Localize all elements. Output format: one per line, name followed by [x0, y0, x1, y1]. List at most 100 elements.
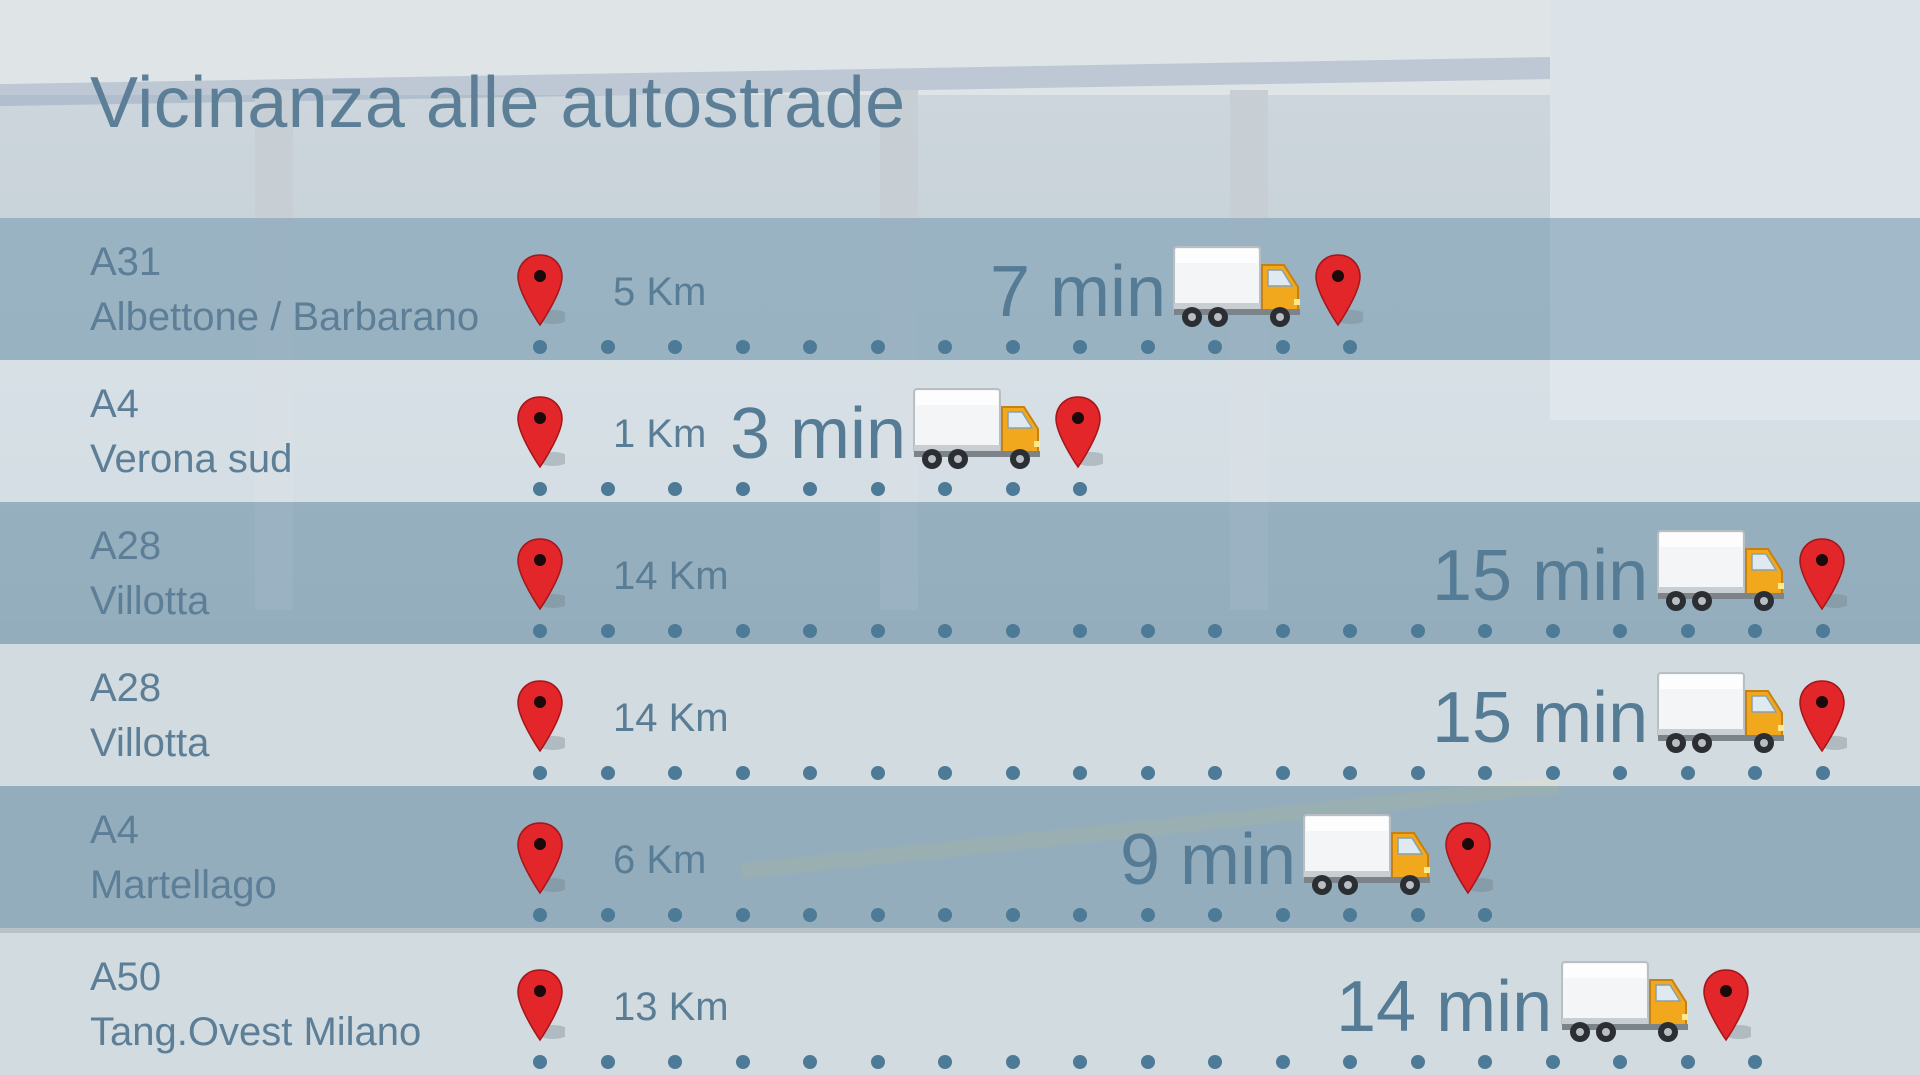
route-dot: [1073, 908, 1087, 922]
route-dot: [1208, 908, 1222, 922]
distance-km: 1 Km: [613, 412, 707, 456]
map-pin-icon: [1053, 395, 1103, 471]
route-dot: [1073, 1055, 1087, 1069]
dotted-route-line: [533, 908, 1492, 922]
route-dot: [1140, 766, 1155, 780]
route-dot: [1410, 908, 1425, 922]
route-dot: [1208, 340, 1222, 354]
road-code: A4: [90, 808, 139, 852]
road-code: A50: [90, 955, 162, 999]
route-dot: [1410, 766, 1425, 780]
route-dot: [1613, 1055, 1627, 1069]
route-dot: [1748, 624, 1762, 638]
route-dot: [1208, 624, 1222, 638]
route-dot: [1073, 766, 1087, 780]
route-dot: [1140, 1055, 1155, 1069]
route-dot: [1073, 340, 1087, 354]
route-dot: [1613, 624, 1627, 638]
route-dot: [870, 340, 885, 354]
map-pin-icon: [515, 968, 565, 1044]
route-dot: [1343, 1055, 1357, 1069]
dotted-route-line: [533, 766, 1830, 780]
route-dot: [533, 1055, 547, 1069]
route-dot: [938, 1055, 952, 1069]
road-code: A31: [90, 240, 162, 284]
route-dot: [1140, 624, 1155, 638]
route-dot: [1478, 908, 1492, 922]
route-dot: [1140, 908, 1155, 922]
route-dot: [600, 624, 615, 638]
route-dot: [1613, 766, 1627, 780]
route-dot: [1815, 766, 1830, 780]
road-code: A28: [90, 524, 162, 568]
distance-km: 14 Km: [613, 554, 729, 598]
route-dot: [600, 1055, 615, 1069]
travel-time: 14 min: [1336, 967, 1553, 1047]
route-dot: [803, 482, 817, 496]
map-pin-icon: [515, 253, 565, 329]
route-dot: [938, 766, 952, 780]
route-dot: [1343, 766, 1357, 780]
map-pin-icon: [1797, 537, 1847, 613]
dotted-route-line: [533, 624, 1830, 638]
route-dot: [1275, 766, 1290, 780]
route-dot: [1005, 340, 1020, 354]
route-row: A28 Villotta 14 Km 15 min: [0, 644, 1920, 786]
route-dot: [1545, 766, 1560, 780]
road-exit-name: Verona sud: [90, 437, 293, 481]
route-row: A4 Martellago 6 Km 9 min: [0, 786, 1920, 928]
route-dot: [1410, 1055, 1425, 1069]
route-dot: [735, 1055, 750, 1069]
route-dot: [735, 624, 750, 638]
route-dot: [533, 624, 547, 638]
route-dot: [1478, 624, 1492, 638]
travel-time: 7 min: [990, 252, 1167, 332]
route-dot: [735, 340, 750, 354]
route-dot: [735, 766, 750, 780]
route-dot: [1005, 624, 1020, 638]
distance-km: 5 Km: [613, 270, 707, 314]
distance-km: 14 Km: [613, 696, 729, 740]
route-dot: [803, 1055, 817, 1069]
route-row: A50 Tang.Ovest Milano 13 Km 14 min: [0, 933, 1920, 1075]
route-dot: [870, 624, 885, 638]
route-dot: [668, 908, 682, 922]
route-dot: [1545, 1055, 1560, 1069]
map-pin-icon: [515, 821, 565, 897]
dotted-route-line: [533, 482, 1087, 496]
route-row: A31 Albettone / Barbarano 5 Km 7 min: [0, 218, 1920, 360]
route-dot: [1005, 766, 1020, 780]
truck-icon: [1656, 669, 1788, 759]
map-pin-icon: [1443, 821, 1493, 897]
distance-km: 13 Km: [613, 985, 729, 1029]
route-dot: [870, 908, 885, 922]
route-dot: [600, 482, 615, 496]
road-exit-name: Albettone / Barbarano: [90, 295, 480, 339]
route-dot: [1275, 340, 1290, 354]
route-row: A4 Verona sud 1 Km 3 min: [0, 360, 1920, 502]
route-dot: [1343, 908, 1357, 922]
travel-time: 15 min: [1432, 536, 1649, 616]
route-dot: [1208, 1055, 1222, 1069]
route-dot: [668, 340, 682, 354]
route-dot: [668, 1055, 682, 1069]
road-exit-name: Villotta: [90, 579, 210, 623]
map-pin-icon: [1797, 679, 1847, 755]
route-dot: [1343, 340, 1357, 354]
truck-icon: [912, 385, 1044, 475]
route-dot: [1680, 766, 1695, 780]
route-dot: [1005, 1055, 1020, 1069]
route-dot: [668, 482, 682, 496]
road-exit-name: Tang.Ovest Milano: [90, 1010, 422, 1054]
travel-time: 15 min: [1432, 678, 1649, 758]
route-dot: [533, 482, 547, 496]
route-dot: [1073, 624, 1087, 638]
route-dot: [668, 624, 682, 638]
route-dot: [1275, 624, 1290, 638]
dotted-route-line: [533, 340, 1357, 354]
route-dot: [1680, 1055, 1695, 1069]
map-pin-icon: [515, 679, 565, 755]
route-dot: [870, 482, 885, 496]
distance-km: 6 Km: [613, 838, 707, 882]
route-dot: [533, 340, 547, 354]
